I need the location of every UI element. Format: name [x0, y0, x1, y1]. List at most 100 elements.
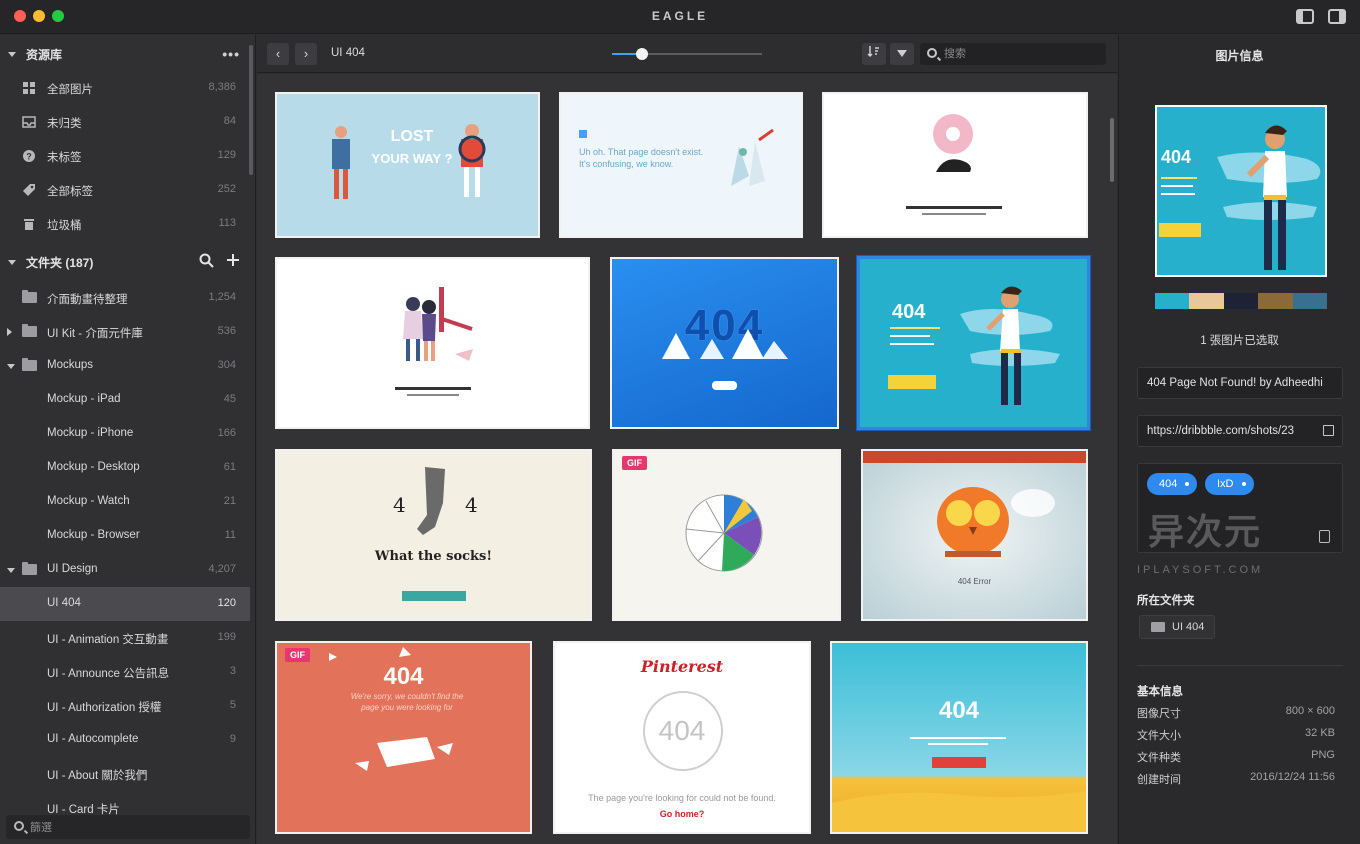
- library-section-title: 资源库: [26, 47, 63, 62]
- sidebar-item-count: 4,207: [208, 563, 236, 575]
- sidebar-item-count: 199: [217, 631, 236, 643]
- image-thumbnail[interactable]: 404: [610, 257, 839, 429]
- image-thumbnail[interactable]: [275, 257, 590, 429]
- chevron-down-icon[interactable]: [7, 568, 15, 573]
- divider: [1137, 665, 1343, 666]
- sidebar-item-count: 11: [224, 529, 236, 541]
- more-options-icon[interactable]: •••: [222, 46, 240, 62]
- sidebar-item-folder[interactable]: UI - Announce 公告訊息 3: [0, 655, 250, 689]
- folders-section-title: 文件夹 (187): [26, 255, 94, 270]
- chevron-down-icon[interactable]: [7, 364, 15, 369]
- filter-icon[interactable]: [890, 43, 914, 65]
- image-thumbnail[interactable]: Uh oh. That page doesn't exist. It's con…: [559, 92, 803, 238]
- sidebar-item-folder[interactable]: UI - Authorization 授權 5: [0, 689, 250, 723]
- copy-icon[interactable]: [1319, 530, 1330, 543]
- back-button[interactable]: ‹: [267, 43, 289, 65]
- thumbnail-text: Uh oh. That page doesn't exist. It's con…: [579, 147, 704, 169]
- watermark-subtitle: IPLAYSOFT.COM: [1137, 564, 1264, 576]
- image-thumbnail[interactable]: 404: [830, 641, 1088, 834]
- tag-chip[interactable]: IxD: [1205, 473, 1254, 495]
- color-swatch[interactable]: [1292, 293, 1328, 309]
- folder-icon: [22, 324, 37, 337]
- thumbnail-brand: Pinterest: [640, 657, 724, 676]
- grid-scrollbar[interactable]: [1110, 118, 1114, 182]
- external-link-icon[interactable]: [1323, 425, 1334, 436]
- folder-filter-input[interactable]: 篩選: [6, 815, 250, 839]
- info-value: 2016/12/24 11:56: [1250, 771, 1335, 783]
- sidebar-item-label: UI - Authorization 授權: [47, 702, 162, 714]
- sidebar-item-library[interactable]: 垃圾桶 113: [0, 207, 250, 241]
- search-folders-icon[interactable]: [199, 253, 214, 268]
- sidebar-item-library[interactable]: ? 未标签 129: [0, 139, 250, 173]
- sidebar-item-folder[interactable]: Mockup - Watch 21: [0, 485, 250, 519]
- sidebar-item-library[interactable]: 全部标签 252: [0, 173, 250, 207]
- image-thumbnail[interactable]: GIF 404 We're sorry, we couldn't find th…: [275, 641, 532, 834]
- color-swatch[interactable]: [1258, 293, 1293, 309]
- image-thumbnail[interactable]: 404 Error: [861, 449, 1088, 621]
- folder-icon: [22, 358, 37, 371]
- toggle-inspector-icon[interactable]: [1328, 9, 1346, 24]
- sidebar-item-folder[interactable]: UI Kit - 介面元件庫 536: [0, 315, 250, 349]
- sort-icon[interactable]: [862, 43, 886, 65]
- sidebar-item-folder[interactable]: Mockups 304: [0, 349, 250, 383]
- color-swatch[interactable]: [1155, 293, 1190, 309]
- sidebar-scrollbar[interactable]: [249, 45, 253, 175]
- image-thumbnail[interactable]: GIF: [612, 449, 841, 621]
- logo-mark: [579, 130, 587, 138]
- info-row: 创建时间 2016/12/24 11:56: [1137, 771, 1335, 789]
- basic-info-label: 基本信息: [1137, 686, 1183, 698]
- sidebar-item-folder[interactable]: Mockup - Desktop 61: [0, 451, 250, 485]
- thumbnail-illustration: [662, 329, 788, 390]
- image-thumbnail[interactable]: Pinterest 404 The page you're looking fo…: [553, 641, 811, 834]
- preview-image[interactable]: 404: [1155, 105, 1327, 277]
- tag-icon: [22, 183, 36, 197]
- folder-chip[interactable]: UI 404: [1139, 615, 1216, 639]
- search-input[interactable]: 搜索: [920, 43, 1106, 65]
- sidebar-item-folder[interactable]: 介面動畫待整理 1,254: [0, 281, 250, 315]
- sidebar-item-label: UI - Announce 公告訊息: [47, 668, 170, 680]
- add-folder-icon[interactable]: [226, 253, 240, 267]
- forward-button[interactable]: ›: [295, 43, 317, 65]
- image-thumbnail[interactable]: 4 4 What the socks!: [275, 449, 592, 621]
- folder-icon: [1151, 622, 1165, 632]
- sidebar-item-folder[interactable]: UI - About 關於我們: [0, 757, 250, 791]
- tags-box[interactable]: 404 IxD 异次元: [1137, 463, 1343, 553]
- sidebar-item-folder[interactable]: Mockup - Browser 11: [0, 519, 250, 553]
- thumbnail-caption: 404 Error: [957, 577, 992, 586]
- chevron-down-icon: [8, 51, 16, 57]
- image-thumbnail[interactable]: [822, 92, 1088, 238]
- sidebar-item-count: 129: [217, 149, 236, 161]
- tag-chip[interactable]: 404: [1147, 473, 1198, 495]
- library-section-header[interactable]: 资源库 •••: [0, 37, 250, 71]
- image-thumbnail[interactable]: LOST YOUR WAY ?: [275, 92, 540, 238]
- zoom-slider[interactable]: [612, 48, 762, 60]
- inspector-panel: 图片信息 404 1 張图片已选取 404 Page Not Found! by…: [1118, 35, 1360, 844]
- sidebar: 资源库 ••• 全部图片 8,386 未归类 84? 未标签 129 全部标签 252 垃圾桶 1…: [0, 35, 256, 844]
- chevron-right-icon[interactable]: [7, 328, 12, 336]
- folders-section-header[interactable]: 文件夹 (187): [0, 245, 250, 279]
- color-swatch[interactable]: [1223, 293, 1259, 309]
- image-name-field[interactable]: 404 Page Not Found! by Adheedhi: [1137, 367, 1343, 399]
- sidebar-item-folder[interactable]: UI - Autocomplete 9: [0, 723, 250, 757]
- toggle-sidebar-icon[interactable]: [1296, 9, 1314, 24]
- image-thumbnail[interactable]: 404: [857, 256, 1090, 430]
- selection-caption: 1 張图片已选取: [1200, 335, 1279, 347]
- sidebar-item-library[interactable]: 全部图片 8,386: [0, 71, 250, 105]
- sidebar-item-folder[interactable]: Mockup - iPad 45: [0, 383, 250, 417]
- zoom-slider-knob[interactable]: [636, 48, 648, 60]
- image-grid: LOST YOUR WAY ? Uh oh. That page doesn't…: [257, 74, 1117, 844]
- thumbnail-illustration: [731, 128, 774, 186]
- sidebar-item-folder[interactable]: Mockup - iPhone 166: [0, 417, 250, 451]
- image-url-field[interactable]: https://dribbble.com/shots/23: [1137, 415, 1343, 447]
- sidebar-item-label: 未标签: [47, 152, 82, 164]
- sidebar-item-folder[interactable]: UI - Animation 交互動畫 199: [0, 621, 250, 655]
- color-swatch[interactable]: [1189, 293, 1224, 309]
- info-value: 32 KB: [1305, 727, 1335, 739]
- sidebar-item-label: Mockup - Watch: [47, 495, 130, 507]
- sidebar-item-folder[interactable]: UI Design 4,207: [0, 553, 250, 587]
- thumbnail-title: 404: [658, 715, 706, 746]
- sidebar-item-count: 113: [218, 217, 236, 229]
- sidebar-item-folder[interactable]: UI 404 120: [0, 587, 250, 621]
- watermark: 异次元: [1148, 511, 1263, 552]
- sidebar-item-library[interactable]: 未归类 84: [0, 105, 250, 139]
